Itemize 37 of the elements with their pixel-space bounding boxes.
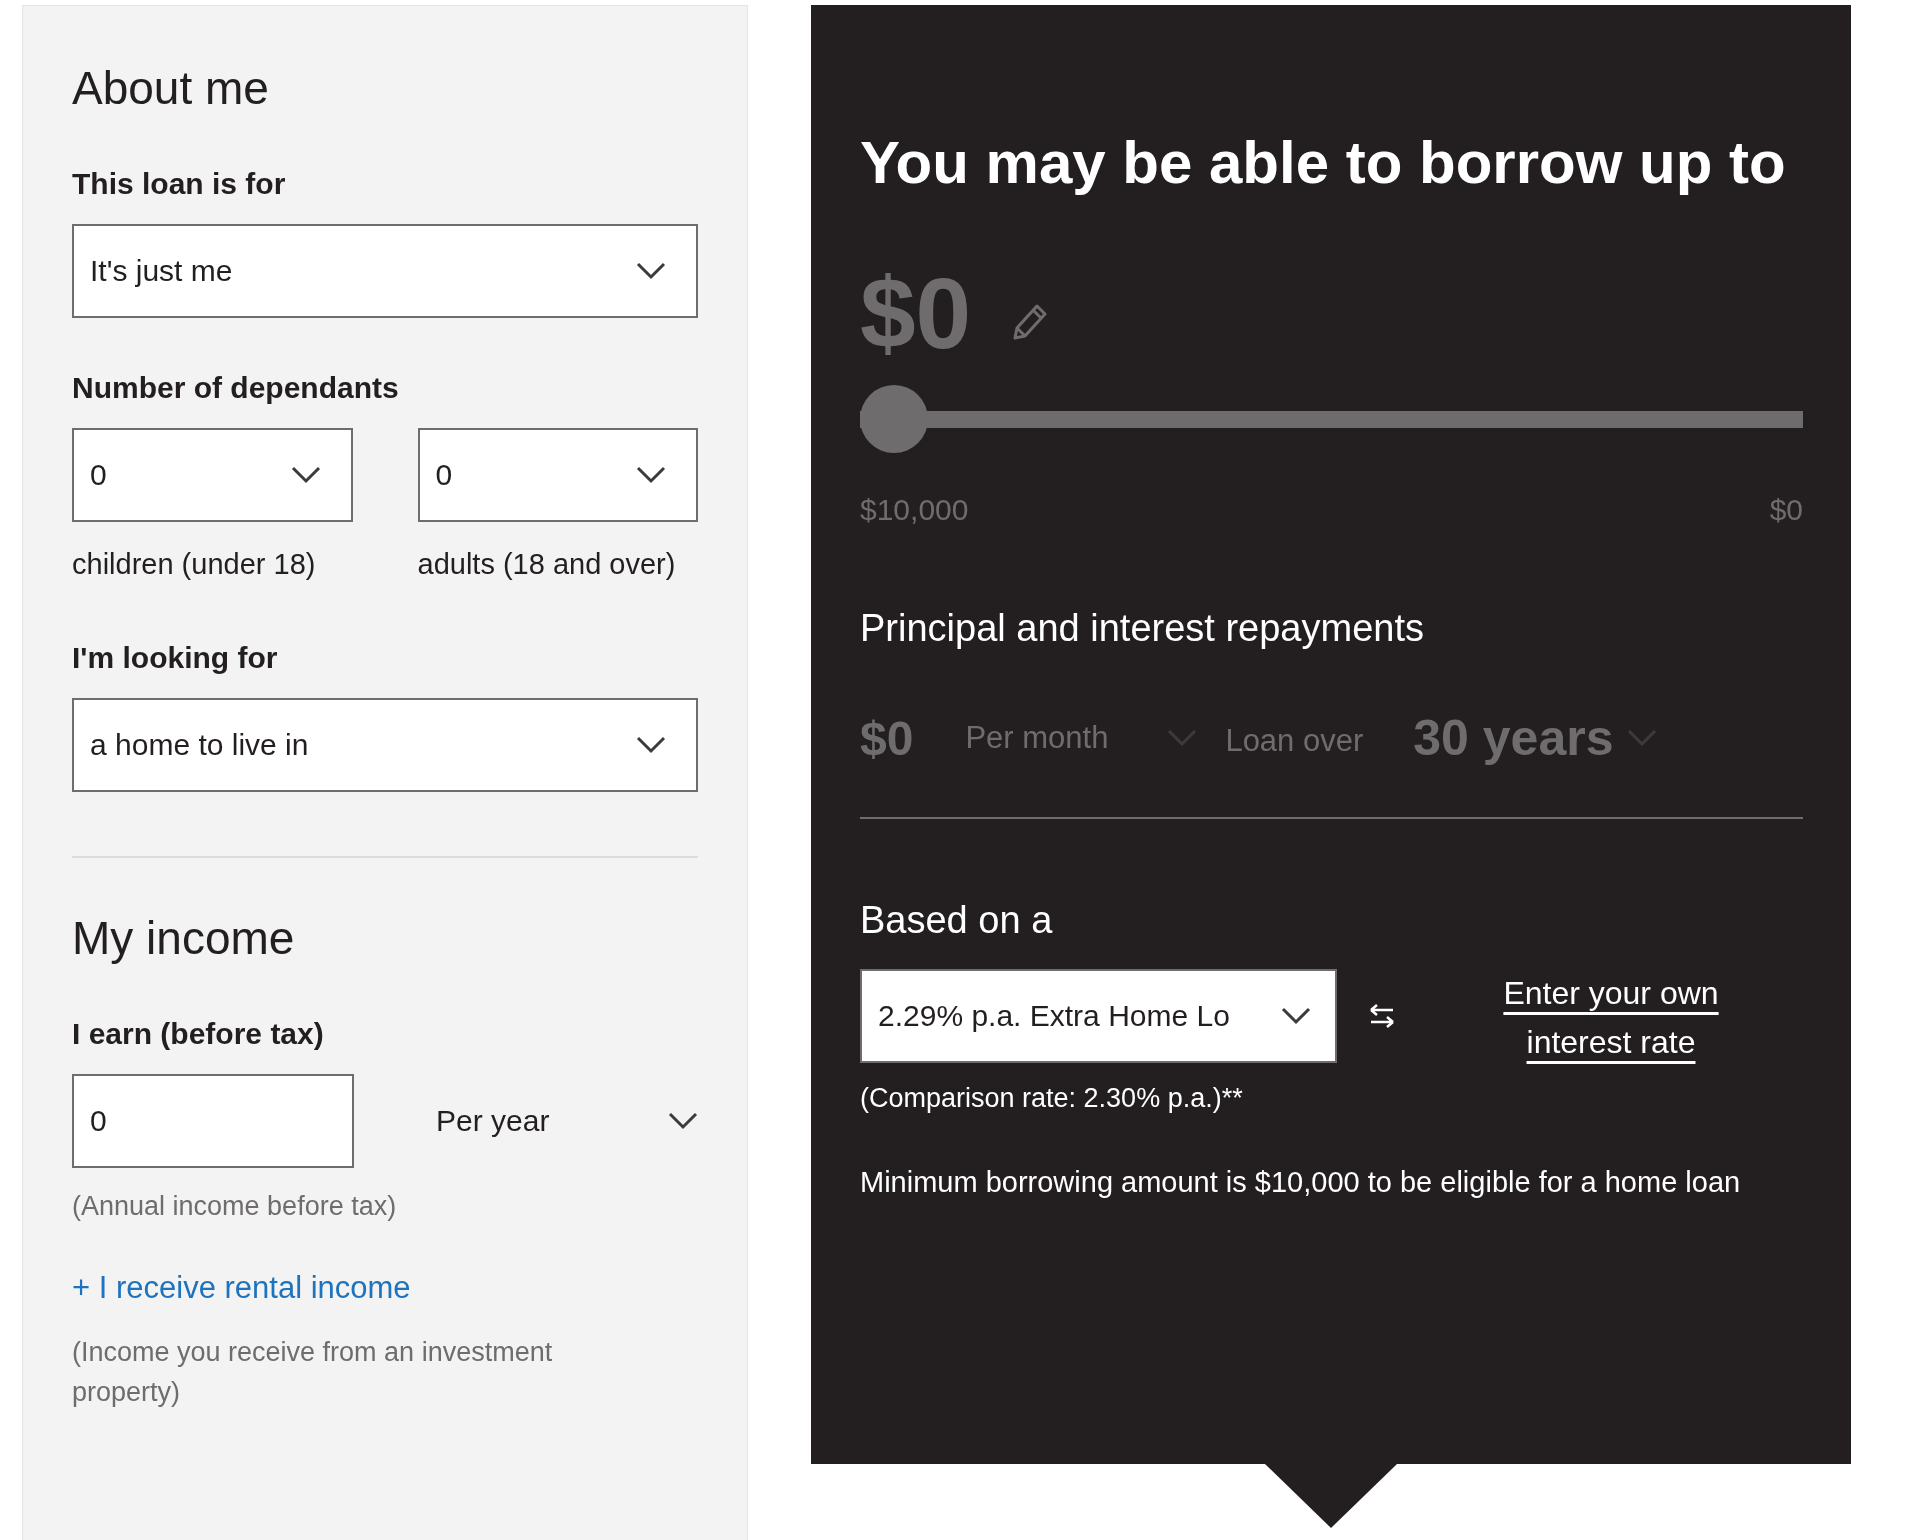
chevron-icon: [1167, 729, 1198, 747]
section-heading: My income: [72, 911, 296, 966]
income-input[interactable]: 0: [72, 1074, 354, 1168]
chevron-icon: [1281, 1007, 1311, 1025]
field-hint: (Annual income before tax): [72, 1190, 398, 1223]
field-label: Number of dependants: [72, 370, 400, 406]
chevron-icon: [636, 262, 666, 280]
frequency-dropdown[interactable]: Per year: [436, 1104, 698, 1138]
interest-rate-link[interactable]: Enter your own interest rate: [1481, 969, 1741, 1067]
rate-dropdown[interactable]: 2.29% p.a. Extra Home Lo: [860, 969, 1337, 1063]
chevron-icon: [636, 736, 666, 754]
borrow-amount: $0: [860, 256, 972, 371]
result-heading: You may be able to borrow up to: [860, 128, 1787, 198]
rental-income-link[interactable]: + I receive rental income: [72, 1270, 411, 1306]
section-heading: About me: [72, 61, 270, 116]
comparison-rate: (Comparison rate: 2.30% p.a.)**: [860, 1083, 1244, 1114]
dropdown[interactable]: 0: [72, 428, 353, 522]
dropdown[interactable]: It's just me: [72, 224, 698, 318]
section-heading: Principal and interest repayments: [860, 606, 1425, 651]
dropdown[interactable]: 0: [417, 428, 698, 522]
field-caption: children (under 18): [72, 547, 317, 582]
dropdown[interactable]: a home to live in: [72, 698, 698, 792]
slider-min-label: $10,000: [860, 493, 969, 527]
field-label: I'm looking for: [72, 640, 279, 676]
repayment-amount: $0: [860, 710, 914, 766]
field-label: I earn (before tax): [72, 1016, 325, 1052]
chevron-icon: [636, 466, 666, 484]
chevron-icon: [1627, 729, 1658, 747]
chevron-icon: [668, 1112, 698, 1130]
section-heading: Based on a: [860, 898, 1054, 943]
chevron-icon: [290, 466, 321, 484]
field-label: This loan is for: [72, 166, 287, 202]
field-caption: adults (18 and over): [417, 547, 677, 582]
field-hint: (Income you receive from an investment property): [72, 1336, 554, 1409]
slider-max-label: $0: [1769, 493, 1803, 527]
eligibility-note: Minimum borrowing amount is $10,000 to be eligible for a home loan: [860, 1166, 1742, 1199]
term-label: Loan over: [1225, 722, 1364, 759]
